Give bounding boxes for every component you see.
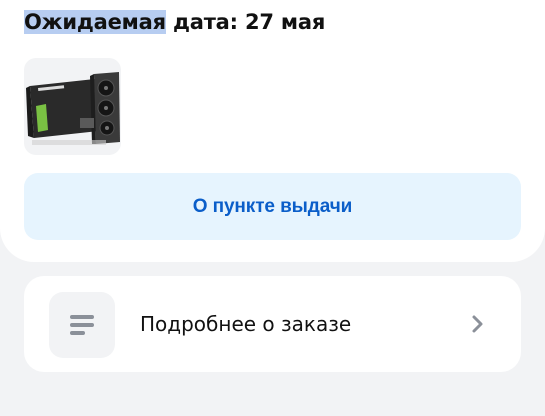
chevron-right-icon: [472, 315, 483, 333]
order-card: Ожидаемая дата: 27 мая О пункте выдачи: [0, 0, 545, 262]
pickup-point-button[interactable]: О пункте выдачи: [24, 173, 521, 240]
graphics-card-image: [26, 72, 120, 145]
expected-date-highlight: Ожидаемая: [24, 10, 166, 34]
pickup-point-label: О пункте выдачи: [192, 195, 353, 217]
order-details-label: Подробнее о заказе: [140, 312, 352, 336]
expected-date: Ожидаемая дата: 27 мая: [24, 7, 325, 37]
product-thumbnail[interactable]: [24, 58, 121, 155]
lines-icon: [70, 315, 94, 335]
expected-date-text: дата: 27 мая: [165, 10, 326, 34]
details-icon-box: [49, 292, 115, 358]
order-details-row[interactable]: Подробнее о заказе: [24, 276, 521, 372]
